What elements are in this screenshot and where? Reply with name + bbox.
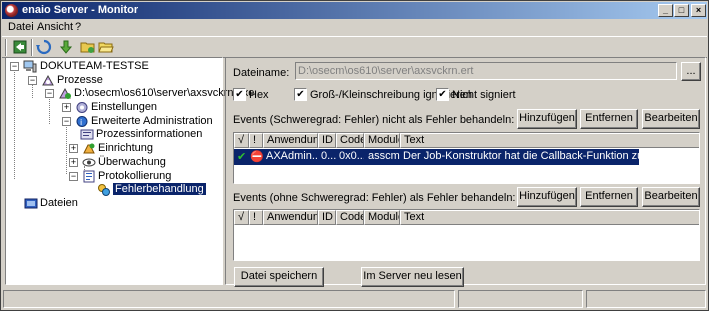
expand-icon[interactable]: + — [69, 144, 78, 153]
folder-icon[interactable] — [80, 39, 98, 55]
events1-edit-button[interactable]: Bearbeiten — [642, 109, 700, 129]
browse-button[interactable]: ... — [681, 62, 701, 81]
tree-label-erweiterte: Erweiterte Administration — [91, 115, 213, 127]
collapse-icon[interactable]: − — [62, 117, 71, 126]
unsigned-checkbox[interactable]: ✔ — [436, 88, 449, 101]
title-bar: enaio Server - Monitor _ □ × — [2, 2, 707, 19]
collapse-icon[interactable]: − — [10, 62, 19, 71]
col-header-module[interactable]: Module — [364, 133, 400, 148]
status-bar — [3, 290, 707, 309]
col-header-id[interactable]: ID — [318, 210, 336, 225]
close-button[interactable]: × — [691, 4, 706, 17]
events1-remove-button[interactable]: Entfernen — [580, 109, 638, 129]
menu-bar: Datei Ansicht ? — [2, 19, 707, 36]
toolbar-separator — [31, 39, 33, 56]
toolbar-grip — [5, 39, 7, 56]
events1-add-button[interactable]: Hinzufügen — [517, 109, 577, 129]
events2-edit-button[interactable]: Bearbeiten — [642, 187, 700, 207]
error-stop-icon: ⛔ — [250, 151, 264, 163]
cell-module: asscmn — [368, 150, 400, 162]
dateiname-field[interactable]: D:\osecm\os610\server\axsvckrn.ert — [295, 62, 677, 80]
files-icon — [24, 198, 38, 209]
tree-label-prozesse: Prozesse — [57, 74, 103, 86]
menu-help[interactable]: ? — [75, 21, 81, 33]
monitor-eye-icon — [82, 158, 96, 167]
setup-icon — [83, 143, 95, 154]
tree-label-einstellungen: Einstellungen — [91, 101, 158, 113]
tree-label-einrichtung: Einrichtung — [98, 142, 154, 154]
tree-label-root: DOKUTEAM-TESTSE — [40, 60, 149, 72]
tree-label-prozessinfo: Prozessinformationen — [96, 128, 203, 140]
tree-panel: − DOKUTEAM-TESTSE − Prozesse − D:\osecm\… — [5, 57, 254, 285]
download-icon[interactable] — [58, 39, 76, 55]
hex-label: Hex — [249, 89, 269, 101]
expand-icon[interactable]: + — [62, 103, 71, 112]
events2-add-button[interactable]: Hinzufügen — [517, 187, 577, 207]
menu-ansicht[interactable]: Ansicht — [37, 21, 73, 33]
status-panel-3 — [586, 290, 706, 308]
gear-icon — [76, 102, 88, 113]
minimize-button[interactable]: _ — [658, 4, 673, 17]
detail-panel: Dateiname: D:\osecm\os610\server\axsvckr… — [225, 57, 706, 287]
collapse-icon[interactable]: − — [45, 89, 54, 98]
col-header-anwendung[interactable]: Anwendung — [263, 210, 318, 225]
log-icon — [83, 170, 95, 183]
save-file-button[interactable]: Datei speichern — [234, 267, 324, 287]
cell-id: 0... — [321, 150, 336, 162]
app-window: enaio Server - Monitor _ □ × Datei Ansic… — [0, 0, 709, 311]
error-handling-icon — [98, 184, 110, 196]
col-header-module[interactable]: Module — [364, 210, 400, 225]
unsigned-label: Nicht signiert — [452, 89, 516, 101]
col-header-code[interactable]: Code — [336, 210, 364, 225]
connect-icon[interactable] — [12, 39, 30, 55]
maximize-button[interactable]: □ — [674, 4, 689, 17]
collapse-icon[interactable]: − — [28, 76, 37, 85]
tree-label-protokollierung: Protokollierung — [98, 170, 172, 182]
cell-text: Der Job-Konstruktor hat die Callback-Fun… — [403, 150, 639, 162]
reload-server-button[interactable]: Im Server neu lesen — [361, 267, 464, 287]
svg-text:i: i — [80, 118, 82, 127]
app-logo-icon — [5, 4, 18, 17]
dateiname-label: Dateiname: — [233, 67, 290, 79]
tree-label-fehlerbehandlung: Fehlerbehandlung — [113, 183, 206, 195]
refresh-icon[interactable] — [36, 39, 54, 55]
process-icon — [42, 74, 54, 86]
col-header-check[interactable]: √ — [234, 210, 249, 225]
col-header-severity[interactable]: ! — [249, 210, 263, 225]
col-header-text[interactable]: Text — [400, 133, 699, 148]
expand-icon[interactable]: + — [69, 158, 78, 167]
events1-label: Events (Schweregrad: Fehler) nicht als F… — [233, 114, 515, 126]
folder-open-icon[interactable] — [98, 39, 116, 55]
events1-table: √ ! Anwendung ID Code Module Text ✔ ⛔ AX… — [233, 132, 700, 184]
tree-label-ueberwachung: Überwachung — [98, 156, 166, 168]
col-header-code[interactable]: Code — [336, 133, 364, 148]
cell-code: 0x0... — [339, 150, 364, 162]
status-panel-2 — [458, 290, 583, 308]
events2-remove-button[interactable]: Entfernen — [580, 187, 638, 207]
col-header-check[interactable]: √ — [234, 133, 249, 148]
menu-datei[interactable]: Datei — [8, 21, 34, 33]
process-info-icon — [80, 129, 94, 140]
cell-anwendung: AXAdmin.... — [266, 150, 318, 162]
server-icon — [23, 60, 37, 73]
col-header-id[interactable]: ID — [318, 133, 336, 148]
col-header-severity[interactable]: ! — [249, 133, 263, 148]
hex-checkbox[interactable]: ✔ — [233, 88, 246, 101]
events2-table: √ ! Anwendung ID Code Module Text — [233, 209, 700, 261]
case-insensitive-checkbox[interactable]: ✔ — [294, 88, 307, 101]
events2-label: Events (ohne Schweregrad: Fehler) als Fe… — [233, 192, 516, 204]
admin-icon: i — [76, 116, 88, 127]
status-panel-main — [3, 290, 455, 308]
col-header-anwendung[interactable]: Anwendung — [263, 133, 318, 148]
process-running-icon — [59, 87, 71, 99]
col-header-text[interactable]: Text — [400, 210, 699, 225]
toolbar — [2, 36, 707, 58]
table-row[interactable]: ✔ ⛔ AXAdmin.... 0... 0x0... asscmn Der J… — [234, 149, 639, 165]
tree-label-dateien: Dateien — [40, 197, 78, 209]
row-check-icon: ✔ — [237, 151, 247, 163]
collapse-icon[interactable]: − — [69, 172, 78, 181]
window-title: enaio Server - Monitor — [22, 4, 139, 16]
